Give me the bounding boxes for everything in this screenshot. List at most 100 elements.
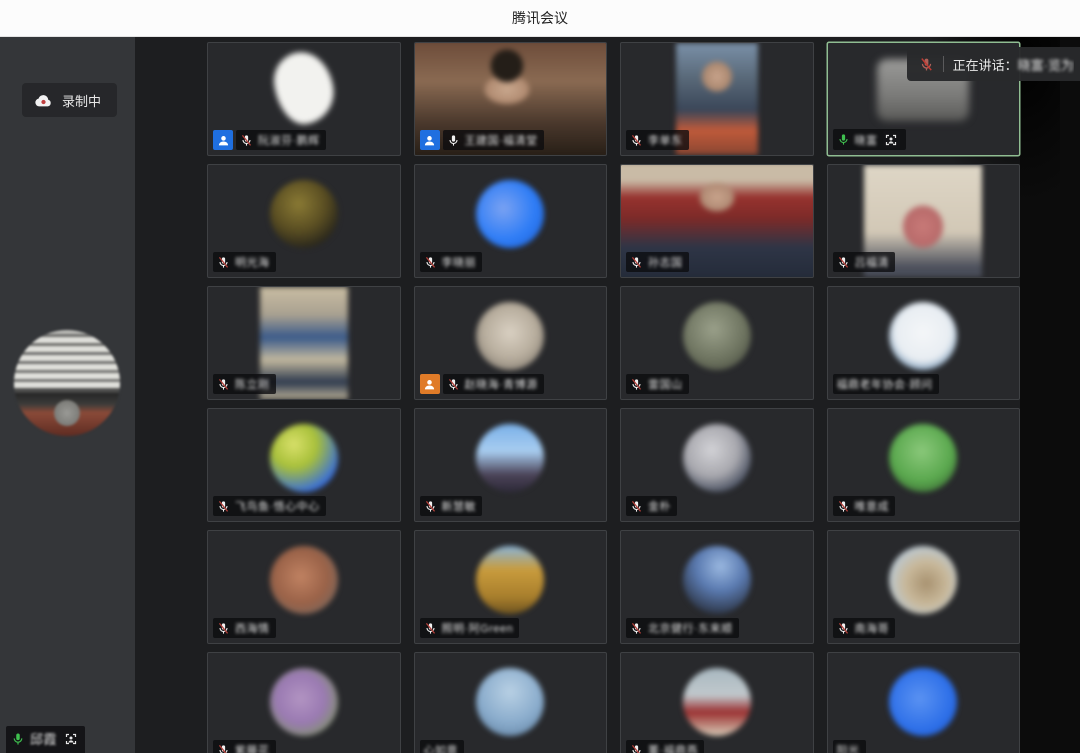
name-pill: 晓富 xyxy=(833,129,906,150)
participant-tile[interactable]: 金朴 xyxy=(620,408,814,522)
self-name-label: 邱霞 xyxy=(6,726,85,753)
mic-on-icon xyxy=(11,732,25,746)
name-pill: 新慧敏 xyxy=(420,496,483,516)
mic-muted-icon xyxy=(630,378,643,391)
mic-muted-icon xyxy=(630,622,643,635)
name-label: 南海哥 xyxy=(833,618,896,638)
sidebar: 录制中 邱霞 xyxy=(0,37,135,753)
mic-on-icon xyxy=(447,134,460,147)
participant-name: 紫藤花 xyxy=(235,742,270,753)
participant-tile[interactable]: 飞鸟鱼·悟心中心 xyxy=(207,408,401,522)
toast-divider xyxy=(943,56,944,72)
name-label: 阮淑芬·鹏辉 xyxy=(213,130,326,150)
name-pill: 陈立刚 xyxy=(213,374,276,394)
participant-name: 照明·阿Green xyxy=(442,620,514,636)
participant-name: 吕福清 xyxy=(855,254,890,270)
participant-tile[interactable]: 新慧敏 xyxy=(414,408,608,522)
participant-tile[interactable]: 阮淑芬·鹏辉 xyxy=(207,42,401,156)
participant-tile[interactable]: 王建国·福清堂 xyxy=(414,42,608,156)
mic-muted-icon xyxy=(424,256,437,269)
participant-avatar xyxy=(889,668,957,736)
self-avatar[interactable] xyxy=(14,330,120,436)
role-badge-icon xyxy=(420,130,440,150)
participant-tile[interactable]: 孙志国 xyxy=(620,164,814,278)
name-label: 紫藤花 xyxy=(213,740,276,753)
participant-avatar xyxy=(270,48,337,127)
participant-tile[interactable]: 西海情 xyxy=(207,530,401,644)
recording-badge[interactable]: 录制中 xyxy=(22,83,117,117)
participant-tile[interactable]: 紫藤花 xyxy=(207,652,401,753)
participant-avatar xyxy=(270,180,338,248)
participant-tile[interactable]: 李单东 xyxy=(620,42,814,156)
name-pill: 李单东 xyxy=(626,130,689,150)
name-pill: 雷国山 xyxy=(626,374,689,394)
window-titlebar: 腾讯会议 xyxy=(0,0,1080,37)
participant-avatar xyxy=(476,180,544,248)
participant-avatar xyxy=(683,546,751,614)
participant-tile[interactable]: 赵晓海·青博源 xyxy=(414,286,608,400)
video-grid-area: 阮淑芬·鹏辉 xyxy=(135,37,1080,753)
name-label: 王建国·福清堂 xyxy=(420,130,544,150)
self-name: 邱霞 xyxy=(30,729,57,748)
name-label: 西海情 xyxy=(213,618,276,638)
participant-name: 明光海 xyxy=(235,254,270,270)
participant-name: 孙志国 xyxy=(648,254,683,270)
name-label: 阳光 xyxy=(833,740,866,753)
name-pill: 北京健行·东来顺 xyxy=(626,618,739,638)
participant-name: 雷国山 xyxy=(648,376,683,392)
participant-name: 福鼎老年协会·顾问 xyxy=(837,376,933,392)
mic-muted-icon xyxy=(837,500,850,513)
mic-muted-icon xyxy=(424,500,437,513)
mic-muted-icon xyxy=(447,378,460,391)
mic-muted-icon xyxy=(424,622,437,635)
name-pill: 孙志国 xyxy=(626,252,689,272)
name-label: 李晓丽 xyxy=(420,252,483,272)
name-pill: 心如意 xyxy=(420,740,465,753)
participant-tile[interactable]: 照明·阿Green xyxy=(414,530,608,644)
speaking-toast[interactable]: 正在讲话：晓富·览为 xyxy=(907,47,1080,81)
mic-muted-icon xyxy=(217,744,230,753)
participant-tile[interactable]: 李晓丽 xyxy=(414,164,608,278)
participant-avatar xyxy=(889,424,957,492)
participant-tile[interactable]: 明光海 xyxy=(207,164,401,278)
mic-muted-icon xyxy=(217,622,230,635)
name-label: 赵晓海·青博源 xyxy=(420,374,544,394)
participant-name: 金朴 xyxy=(648,498,671,514)
participant-tile[interactable]: 心如意 xyxy=(414,652,608,753)
mic-muted-icon xyxy=(217,256,230,269)
name-label: 雷国山 xyxy=(626,374,689,394)
name-pill: 照明·阿Green xyxy=(420,618,520,638)
name-label: 孙志国 xyxy=(626,252,689,272)
participant-tile[interactable]: 福鼎老年协会·顾问 xyxy=(827,286,1021,400)
mic-muted-icon xyxy=(217,500,230,513)
name-pill: 李晓丽 xyxy=(420,252,483,272)
participant-name: 西海情 xyxy=(235,620,270,636)
participant-name: 董·福鼎燕 xyxy=(648,742,698,753)
participant-tile[interactable]: 南海哥 xyxy=(827,530,1021,644)
mic-muted-icon xyxy=(240,134,253,147)
name-pill: 福鼎老年协会·顾问 xyxy=(833,374,939,394)
speaking-names: 晓富·览为 xyxy=(1018,58,1074,73)
name-label: 新慧敏 xyxy=(420,496,483,516)
name-pill: 飞鸟鱼·悟心中心 xyxy=(213,496,326,516)
name-label: 照明·阿Green xyxy=(420,618,520,638)
participant-avatar xyxy=(683,668,751,736)
role-badge-icon xyxy=(213,130,233,150)
participant-tile[interactable]: 吕福清 xyxy=(827,164,1021,278)
participant-tile[interactable]: 雷国山 xyxy=(620,286,814,400)
participant-tile[interactable]: 唯意成 xyxy=(827,408,1021,522)
recording-label: 录制中 xyxy=(62,91,101,110)
name-pill: 赵晓海·青博源 xyxy=(443,374,544,394)
window-title: 腾讯会议 xyxy=(512,8,568,28)
participant-tile[interactable]: 陈立刚 xyxy=(207,286,401,400)
name-label: 明光海 xyxy=(213,252,276,272)
cloud-record-icon xyxy=(34,93,53,108)
participant-tile[interactable]: 董·福鼎燕 xyxy=(620,652,814,753)
participant-tile[interactable]: 阳光 xyxy=(827,652,1021,753)
name-label: 董·福鼎燕 xyxy=(626,740,704,753)
role-badge-icon xyxy=(420,374,440,394)
participant-avatar xyxy=(476,424,544,492)
name-pill: 西海情 xyxy=(213,618,276,638)
participant-tile[interactable]: 北京健行·东来顺 xyxy=(620,530,814,644)
name-label: 福鼎老年协会·顾问 xyxy=(833,374,939,394)
